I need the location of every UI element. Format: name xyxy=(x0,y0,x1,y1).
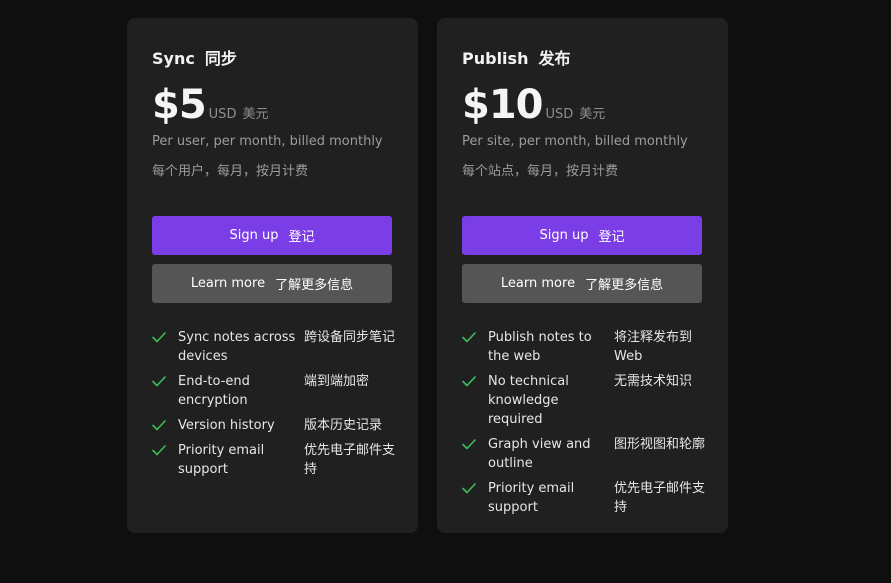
price-row: $5 USD 美元 xyxy=(152,82,268,128)
billing-description-en: Per user, per month, billed monthly xyxy=(152,134,383,149)
sign-up-button[interactable]: Sign up 登记 xyxy=(152,216,392,255)
feature-text-en: End-to-end encryption xyxy=(178,374,250,408)
check-icon xyxy=(152,372,170,391)
feature-list: Sync notes across devices 跨设备同步笔记 End-to… xyxy=(152,328,402,485)
feature-text-en: Graph view and outline xyxy=(488,437,591,471)
currency-en: USD xyxy=(208,107,237,122)
check-icon xyxy=(462,372,480,391)
pricing-card-sync: Sync 同步 $5 USD 美元 Per user, per month, bill… xyxy=(127,18,418,533)
feature-text-cn: 优先电子邮件支持 xyxy=(304,443,396,477)
check-icon xyxy=(462,435,480,454)
feature-text-cn: 无需技术知识 xyxy=(614,374,693,389)
feature-text-cn: 优先电子邮件支持 xyxy=(614,481,706,515)
plan-title: Sync 同步 xyxy=(152,45,237,69)
learn-more-label-cn: 了解更多信息 xyxy=(275,278,354,293)
currency-en: USD xyxy=(545,107,574,122)
feature-text-en: Priority email support xyxy=(488,481,575,515)
learn-more-button[interactable]: Learn more 了解更多信息 xyxy=(462,264,702,303)
currency-label: USD 美元 xyxy=(209,107,269,122)
feature-text-en: Publish notes to the web xyxy=(488,330,592,364)
currency-cn: 美元 xyxy=(242,107,269,122)
billing-description-en: Per site, per month, billed monthly xyxy=(462,134,688,149)
learn-more-label-en: Learn more xyxy=(500,276,576,291)
feature-text-en: Version history xyxy=(178,418,275,433)
feature-item: No technical knowledge required 无需技术知识 xyxy=(462,372,712,429)
feature-item: Version history 版本历史记录 xyxy=(152,416,402,435)
feature-text-cn: 跨设备同步笔记 xyxy=(304,330,396,345)
learn-more-label-cn: 了解更多信息 xyxy=(585,278,664,293)
sign-up-label-cn: 登记 xyxy=(288,230,315,245)
sign-up-button[interactable]: Sign up 登记 xyxy=(462,216,702,255)
feature-item: Graph view and outline 图形视图和轮廓 xyxy=(462,435,712,473)
feature-item: Priority email support 优先电子邮件支持 xyxy=(152,441,402,479)
feature-item: Publish notes to the web 将注释发布到 Web xyxy=(462,328,712,366)
plan-price: $5 xyxy=(152,82,207,128)
feature-item: Sync notes across devices 跨设备同步笔记 xyxy=(152,328,402,366)
plan-title: Publish 发布 xyxy=(462,45,570,69)
price-row: $10 USD 美元 xyxy=(462,82,605,128)
sign-up-label-en: Sign up xyxy=(539,228,589,243)
feature-text-cn: 将注释发布到 Web xyxy=(614,330,693,364)
check-icon xyxy=(152,441,170,460)
billing-description-cn: 每个用户，每月，按月计费 xyxy=(152,164,309,179)
check-icon xyxy=(462,479,480,498)
feature-item: End-to-end encryption 端到端加密 xyxy=(152,372,402,410)
feature-text-en: Sync notes across devices xyxy=(178,330,296,364)
currency-label: USD 美元 xyxy=(546,107,606,122)
sign-up-label-en: Sign up xyxy=(229,228,279,243)
feature-text-cn: 版本历史记录 xyxy=(304,418,383,433)
feature-text-cn: 图形视图和轮廓 xyxy=(614,437,706,452)
plan-name-cn: 发布 xyxy=(538,49,571,68)
check-icon xyxy=(152,328,170,347)
check-icon xyxy=(462,328,480,347)
feature-item: Priority email support 优先电子邮件支持 xyxy=(462,479,712,517)
feature-text-cn: 端到端加密 xyxy=(304,374,370,389)
feature-text-en: No technical knowledge required xyxy=(488,374,569,427)
billing-description-cn: 每个站点，每月，按月计费 xyxy=(462,164,619,179)
plan-name-en: Publish xyxy=(462,49,529,68)
feature-text-en: Priority email support xyxy=(178,443,265,477)
learn-more-label-en: Learn more xyxy=(190,276,266,291)
currency-cn: 美元 xyxy=(579,107,606,122)
learn-more-button[interactable]: Learn more 了解更多信息 xyxy=(152,264,392,303)
plan-price: $10 xyxy=(462,82,543,128)
plan-name-en: Sync xyxy=(152,49,195,68)
sign-up-label-cn: 登记 xyxy=(598,230,625,245)
check-icon xyxy=(152,416,170,435)
plan-name-cn: 同步 xyxy=(204,49,237,68)
feature-list: Publish notes to the web 将注释发布到 Web No t… xyxy=(462,328,712,523)
pricing-card-publish: Publish 发布 $10 USD 美元 Per site, per month, … xyxy=(437,18,728,533)
